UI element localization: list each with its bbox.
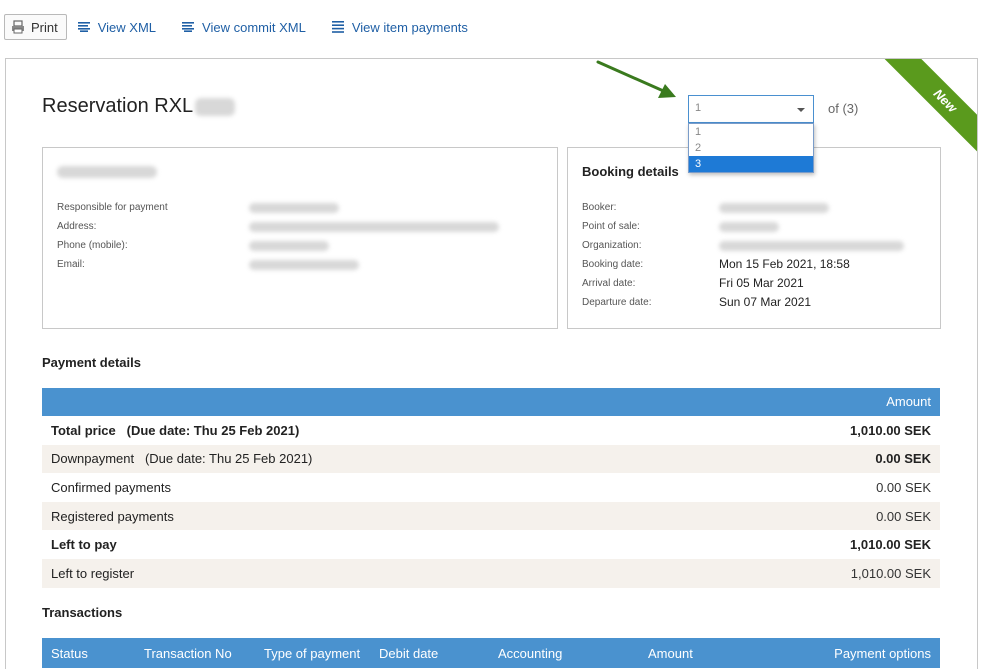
organization-label: Organization: bbox=[582, 240, 642, 251]
row-amount: 1,010.00 SEK bbox=[850, 537, 931, 553]
email-row: Email: bbox=[57, 259, 359, 270]
redacted-address bbox=[249, 222, 499, 232]
amount-column-header: Amount bbox=[42, 388, 940, 416]
row-amount: 1,010.00 SEK bbox=[850, 422, 931, 438]
reservation-title: Reservation RXL bbox=[42, 95, 194, 117]
row-label: Left to register bbox=[51, 565, 135, 581]
arrival-date-row: Arrival date: Fri 05 Mar 2021 bbox=[582, 276, 804, 290]
select-option-2[interactable]: 2 bbox=[689, 140, 813, 156]
new-ribbon: New bbox=[878, 59, 977, 158]
customer-details-box: Responsible for payment Address: Phone (… bbox=[42, 147, 558, 329]
column-header-debit-date[interactable]: Debit date bbox=[379, 646, 438, 661]
select-option-3[interactable]: 3 bbox=[689, 156, 813, 172]
booker-row: Booker: bbox=[582, 202, 829, 213]
table-row: Total price (Due date: Thu 25 Feb 2021) … bbox=[42, 416, 940, 445]
printer-icon bbox=[12, 20, 24, 34]
redacted-email bbox=[249, 260, 359, 270]
table-row: Downpayment (Due date: Thu 25 Feb 2021) … bbox=[42, 444, 940, 474]
arrival-date-label: Arrival date: bbox=[582, 278, 636, 289]
address-row: Address: bbox=[57, 221, 499, 232]
annotation-arrow-icon bbox=[596, 60, 676, 98]
toolbar: Print View XML View commit XML View item… bbox=[4, 14, 468, 40]
reservation-select-dropdown: 1 2 3 bbox=[688, 123, 814, 173]
reservation-select[interactable]: 1 bbox=[688, 95, 814, 123]
email-label: Email: bbox=[57, 259, 85, 270]
redacted-point-of-sale bbox=[719, 222, 779, 232]
select-option-1[interactable]: 1 bbox=[689, 124, 813, 140]
arrival-date-value: Fri 05 Mar 2021 bbox=[719, 276, 804, 290]
payment-details-table: Amount Total price (Due date: Thu 25 Feb… bbox=[42, 388, 940, 588]
print-button[interactable]: Print bbox=[4, 14, 67, 40]
phone-label: Phone (mobile): bbox=[57, 240, 128, 251]
row-amount: 0.00 SEK bbox=[876, 508, 931, 524]
booker-label: Booker: bbox=[582, 202, 617, 213]
reservation-panel: New Reservation RXL 1 of (3) 1 2 3 Respo… bbox=[5, 58, 978, 669]
column-header-accounting[interactable]: Accounting bbox=[498, 646, 562, 661]
column-header-status[interactable]: Status bbox=[51, 646, 88, 661]
redacted-customer-name bbox=[57, 166, 157, 178]
page-title: Reservation RXL bbox=[42, 95, 236, 118]
address-label: Address: bbox=[57, 221, 97, 232]
departure-date-row: Departure date: Sun 07 Mar 2021 bbox=[582, 295, 811, 309]
row-label: Confirmed payments bbox=[51, 479, 171, 495]
point-of-sale-label: Point of sale: bbox=[582, 221, 640, 232]
column-header-type-of-payment[interactable]: Type of payment bbox=[264, 646, 360, 661]
redacted-organization bbox=[719, 241, 904, 251]
departure-date-label: Departure date: bbox=[582, 297, 652, 308]
row-label: Left to pay bbox=[51, 537, 117, 553]
table-row: Confirmed payments 0.00 SEK bbox=[42, 473, 940, 502]
table-row: Registered payments 0.00 SEK bbox=[42, 501, 940, 531]
caret-down-icon bbox=[797, 108, 805, 112]
reservation-count: of (3) bbox=[828, 101, 859, 116]
booking-date-value: Mon 15 Feb 2021, 18:58 bbox=[719, 257, 850, 271]
view-item-payments-link[interactable]: View item payments bbox=[331, 19, 468, 35]
redacted-booker bbox=[719, 203, 829, 213]
view-item-payments-label: View item payments bbox=[351, 19, 468, 35]
row-note: (Due date: Thu 25 Feb 2021) bbox=[126, 422, 300, 438]
transactions-table-header: Status Transaction No Type of payment De… bbox=[42, 638, 940, 668]
organization-row: Organization: bbox=[582, 240, 904, 251]
booking-details-box: Booking details Booker: Point of sale: O… bbox=[567, 147, 941, 329]
print-label: Print bbox=[31, 19, 58, 35]
row-label: Registered payments bbox=[51, 508, 174, 524]
list-icon bbox=[182, 22, 195, 32]
responsible-row: Responsible for payment bbox=[57, 202, 339, 213]
redacted-phone bbox=[249, 241, 329, 251]
reservation-select-value: 1 bbox=[695, 102, 702, 114]
phone-row: Phone (mobile): bbox=[57, 240, 329, 251]
view-xml-label: View XML bbox=[97, 19, 157, 35]
booking-date-row: Booking date: Mon 15 Feb 2021, 18:58 bbox=[582, 257, 850, 271]
view-commit-xml-label: View commit XML bbox=[202, 19, 306, 35]
table-row: Left to pay 1,010.00 SEK bbox=[42, 530, 940, 559]
column-header-transaction-no[interactable]: Transaction No bbox=[144, 646, 232, 661]
row-label: Downpayment bbox=[51, 451, 135, 467]
row-note: (Due date: Thu 25 Feb 2021) bbox=[144, 451, 313, 467]
list-icon bbox=[331, 21, 344, 33]
column-header-payment-options[interactable]: Payment options bbox=[834, 646, 931, 661]
transactions-title: Transactions bbox=[42, 605, 123, 620]
redacted-responsible bbox=[249, 203, 339, 213]
row-amount: 1,010.00 SEK bbox=[850, 565, 931, 581]
row-label: Total price bbox=[51, 422, 116, 438]
new-badge: New bbox=[882, 59, 977, 158]
view-xml-link[interactable]: View XML bbox=[77, 19, 157, 35]
list-icon bbox=[77, 22, 90, 32]
row-amount: 0.00 SEK bbox=[875, 451, 931, 467]
booking-date-label: Booking date: bbox=[582, 259, 644, 270]
responsible-label: Responsible for payment bbox=[57, 202, 168, 213]
row-amount: 0.00 SEK bbox=[876, 479, 931, 495]
booking-details-title: Booking details bbox=[582, 164, 679, 179]
departure-date-value: Sun 07 Mar 2021 bbox=[719, 295, 812, 309]
column-header-amount[interactable]: Amount bbox=[648, 646, 693, 661]
payment-details-title: Payment details bbox=[42, 355, 141, 370]
point-of-sale-row: Point of sale: bbox=[582, 221, 779, 232]
view-commit-xml-link[interactable]: View commit XML bbox=[182, 20, 306, 35]
redacted-reservation-id bbox=[195, 97, 236, 116]
table-row: Left to register 1,010.00 SEK bbox=[42, 558, 940, 588]
